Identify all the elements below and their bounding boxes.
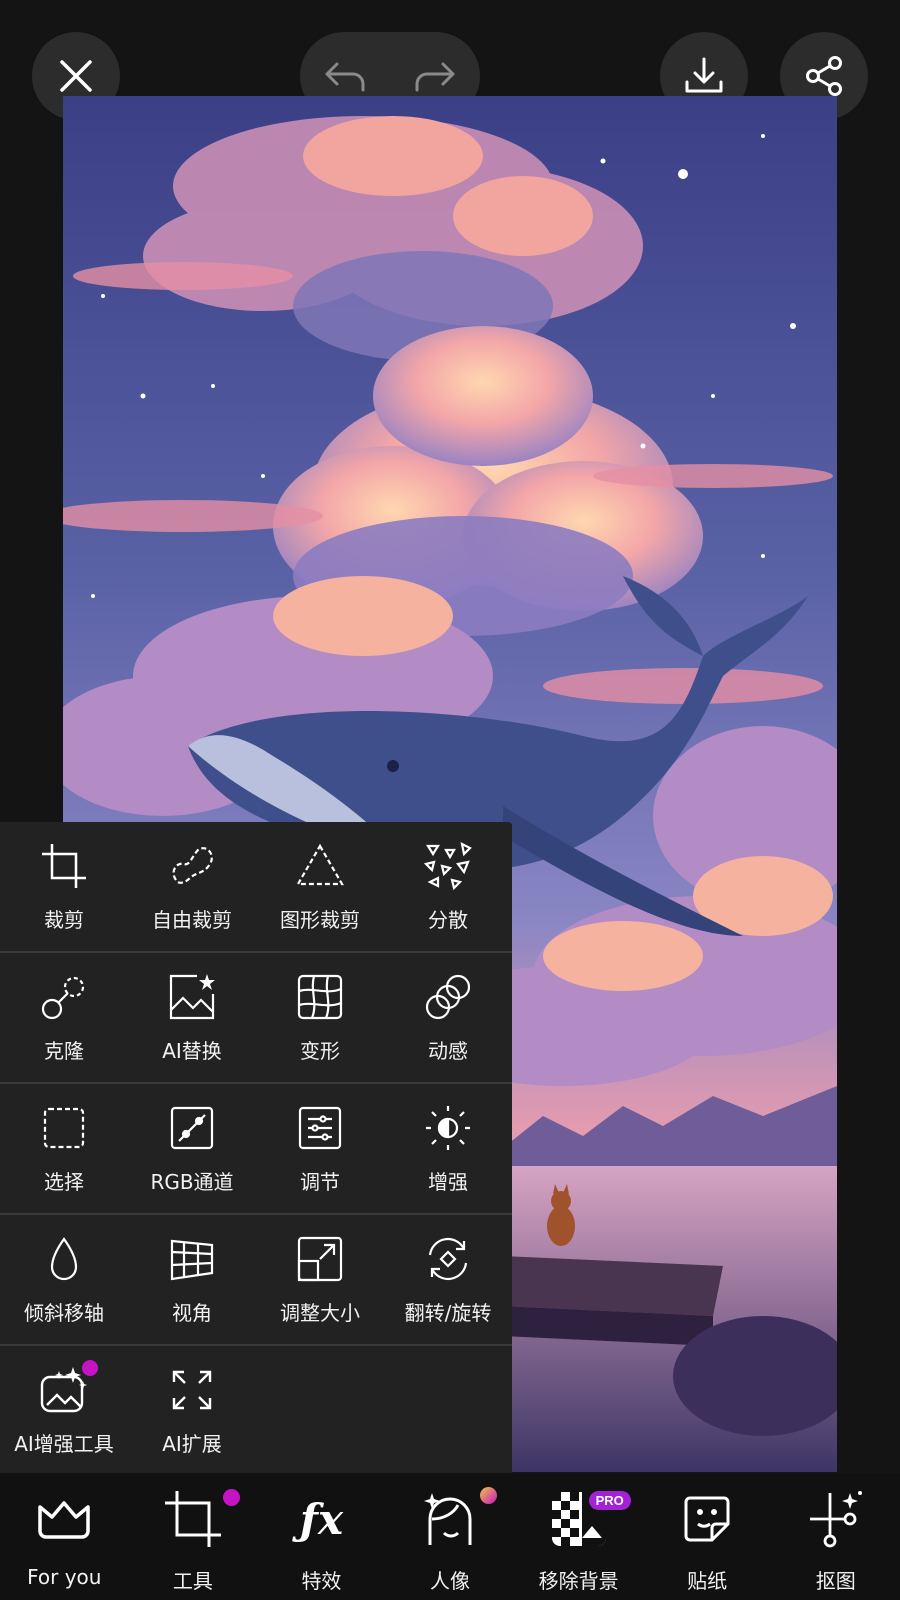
tools-row: 裁剪 自由裁剪 图形裁剪 分散 [0, 822, 512, 953]
tool-label: 动感 [428, 1039, 468, 1063]
tool-label: 克隆 [44, 1039, 84, 1063]
nav-effects[interactable]: ƒx 特效 [257, 1473, 386, 1600]
tilt-shift-icon [38, 1233, 90, 1285]
tool-label: AI增强工具 [14, 1432, 114, 1456]
new-indicator-dot [82, 1360, 98, 1376]
warp-icon [294, 971, 346, 1023]
ai-replace-icon [166, 971, 218, 1023]
nav-cutout[interactable]: 抠图 [771, 1473, 900, 1600]
tool-perspective[interactable]: 视角 [128, 1215, 256, 1344]
tool-label: AI扩展 [162, 1432, 222, 1456]
nav-for-you[interactable]: For you [0, 1473, 129, 1600]
tool-label: 裁剪 [44, 908, 84, 932]
nav-label: 抠图 [815, 1569, 856, 1593]
nav-remove-bg[interactable]: PRO 移除背景 [514, 1473, 643, 1600]
tool-shape-crop[interactable]: 图形裁剪 [256, 822, 384, 951]
disperse-icon [422, 840, 474, 892]
tool-label: 自由裁剪 [152, 908, 232, 932]
tool-label: 调节 [300, 1170, 340, 1194]
tool-ai-replace[interactable]: AI替换 [128, 953, 256, 1082]
tool-flip-rotate[interactable]: 翻转/旋转 [384, 1215, 512, 1344]
tool-ai-expand[interactable]: AI扩展 [128, 1346, 256, 1475]
rgb-curves-icon [166, 1102, 218, 1154]
nav-label: 移除背景 [538, 1569, 619, 1593]
nav-label: 特效 [301, 1569, 342, 1593]
tool-resize[interactable]: 调整大小 [256, 1215, 384, 1344]
tool-label: AI替换 [162, 1039, 222, 1063]
undo-icon[interactable] [323, 58, 367, 94]
tools-row: AI增强工具 AI扩展 [0, 1346, 512, 1475]
tool-label: 分散 [428, 908, 468, 932]
nav-label: 贴纸 [687, 1569, 728, 1593]
tool-free-crop[interactable]: 自由裁剪 [128, 822, 256, 951]
tool-label: 图形裁剪 [280, 908, 360, 932]
remove-bg-icon: PRO [547, 1487, 631, 1551]
sticker-icon [675, 1487, 739, 1551]
fx-icon: ƒx [299, 1494, 343, 1544]
tools-row: 倾斜移轴 视角 调整大小 翻转/旋转 [0, 1215, 512, 1346]
tool-motion[interactable]: 动感 [384, 953, 512, 1082]
resize-icon [294, 1233, 346, 1285]
tools-row: 克隆 AI替换 变形 动感 [0, 953, 512, 1084]
ai-expand-icon [166, 1364, 218, 1416]
adjust-icon [294, 1102, 346, 1154]
close-icon [58, 58, 94, 94]
clone-icon [38, 971, 90, 1023]
tools-panel: 裁剪 自由裁剪 图形裁剪 分散 克隆 AI替换 变形 动感 选择 RGB通道 调… [0, 822, 512, 1473]
crown-icon [32, 1487, 96, 1551]
free-crop-icon [166, 840, 218, 892]
redo-icon[interactable] [413, 58, 457, 94]
crop-icon [38, 840, 90, 892]
tools-row: 选择 RGB通道 调节 增强 [0, 1084, 512, 1215]
perspective-icon [166, 1233, 218, 1285]
tool-label: RGB通道 [150, 1170, 234, 1194]
nav-label: For you [27, 1565, 102, 1589]
bottom-nav: For you 工具 ƒx 特效 人像 PRO 移除背景 贴纸 抠图 [0, 1473, 900, 1600]
nav-label: 人像 [430, 1569, 471, 1593]
tool-disperse[interactable]: 分散 [384, 822, 512, 951]
premium-indicator-dot [480, 1487, 498, 1504]
tool-label: 增强 [428, 1170, 468, 1194]
tool-enhance[interactable]: 增强 [384, 1084, 512, 1213]
enhance-icon [422, 1102, 474, 1154]
tool-label: 变形 [300, 1039, 340, 1063]
shape-crop-icon [294, 840, 346, 892]
nav-tools[interactable]: 工具 [129, 1473, 258, 1600]
nav-portrait[interactable]: 人像 [386, 1473, 515, 1600]
tool-crop[interactable]: 裁剪 [0, 822, 128, 951]
tool-label: 视角 [172, 1301, 212, 1325]
cutout-icon [804, 1487, 868, 1551]
tool-label: 选择 [44, 1170, 84, 1194]
share-icon [802, 54, 846, 98]
tool-select[interactable]: 选择 [0, 1084, 128, 1213]
download-icon [682, 54, 726, 98]
tool-label: 倾斜移轴 [24, 1301, 104, 1325]
tool-ai-enhance[interactable]: AI增强工具 [0, 1346, 128, 1475]
tool-label: 调整大小 [280, 1301, 360, 1325]
nav-label: 工具 [172, 1569, 213, 1593]
new-indicator-dot [222, 1489, 240, 1506]
ai-enhance-icon [38, 1360, 98, 1416]
select-icon [38, 1102, 90, 1154]
tool-clone[interactable]: 克隆 [0, 953, 128, 1082]
tool-warp[interactable]: 变形 [256, 953, 384, 1082]
crop-tool-icon [161, 1487, 240, 1551]
motion-icon [422, 971, 474, 1023]
tool-rgb-curves[interactable]: RGB通道 [128, 1084, 256, 1213]
flip-rotate-icon [422, 1233, 474, 1285]
tool-adjust[interactable]: 调节 [256, 1084, 384, 1213]
tool-tilt-shift[interactable]: 倾斜移轴 [0, 1215, 128, 1344]
tool-label: 翻转/旋转 [404, 1301, 492, 1325]
portrait-icon [418, 1487, 498, 1551]
pro-badge: PRO [588, 1491, 631, 1510]
nav-stickers[interactable]: 贴纸 [643, 1473, 772, 1600]
